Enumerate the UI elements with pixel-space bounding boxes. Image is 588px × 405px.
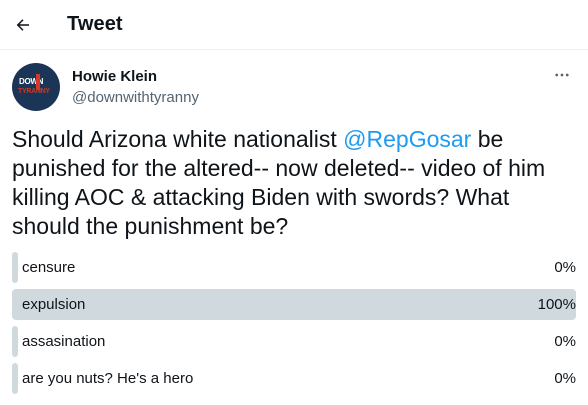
author-handle[interactable]: @downwithtyranny: [72, 89, 199, 106]
arrow-left-icon: [16, 19, 29, 31]
poll-option-label: are you nuts? He's a hero: [22, 370, 194, 387]
poll-option-label: assasination: [22, 333, 106, 350]
page-title: Tweet: [67, 13, 123, 35]
poll-option: assasination 0%: [12, 326, 576, 357]
avatar[interactable]: DOWN TYRANNY: [12, 63, 60, 111]
more-horizontal-icon: [555, 73, 569, 77]
poll-option-percent: 0%: [554, 259, 576, 276]
poll-bar: [12, 326, 18, 357]
mention-link[interactable]: @RepGosar: [343, 126, 471, 152]
tweet-text: Should Arizona white nationalist @RepGos…: [12, 125, 578, 241]
poll-option: expulsion 100%: [12, 289, 576, 320]
avatar-logo-subtext: TYRANNY: [18, 88, 50, 95]
more-button[interactable]: [550, 65, 574, 85]
poll-option: censure 0%: [12, 252, 576, 283]
poll-option-percent: 0%: [554, 333, 576, 350]
poll-bar: [12, 252, 18, 283]
poll-option-percent: 0%: [554, 370, 576, 387]
poll: censure 0% expulsion 100% assasination 0…: [12, 252, 576, 400]
author-display-name[interactable]: Howie Klein: [72, 68, 157, 85]
back-button[interactable]: [6, 8, 40, 42]
poll-option: are you nuts? He's a hero 0%: [12, 363, 576, 394]
poll-bar: [12, 289, 576, 320]
poll-bar: [12, 363, 18, 394]
poll-option-percent: 100%: [537, 296, 576, 313]
poll-option-label: censure: [22, 259, 76, 276]
tweet-header: Tweet: [0, 0, 588, 50]
tweet-text-start: Should Arizona white nationalist: [12, 126, 344, 152]
poll-option-label: expulsion: [22, 296, 86, 313]
tweet-author: DOWN TYRANNY Howie Klein @downwithtyrann…: [12, 61, 576, 111]
